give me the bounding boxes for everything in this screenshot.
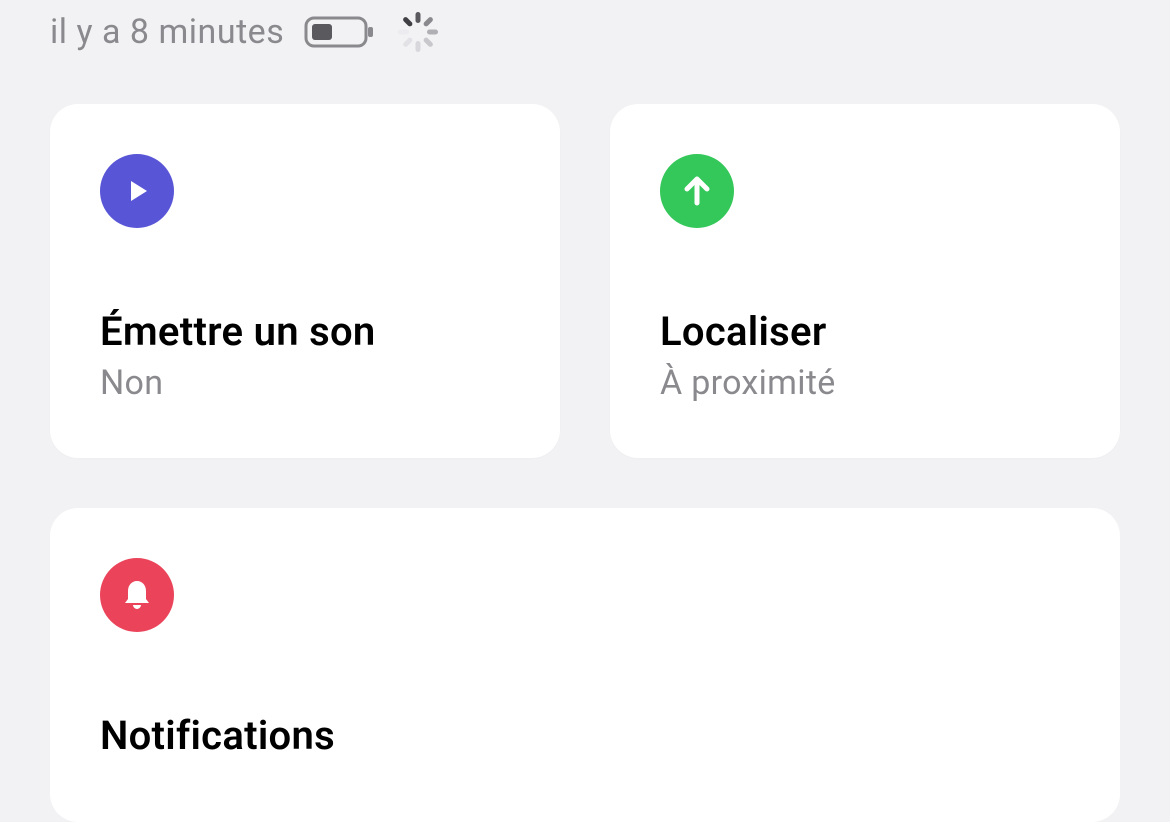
bell-icon <box>100 558 174 632</box>
locate-title: Localiser <box>660 308 1070 355</box>
play-icon <box>100 154 174 228</box>
locate-card[interactable]: Localiser À proximité <box>610 104 1120 458</box>
play-sound-title: Émettre un son <box>100 308 510 355</box>
loading-spinner-icon <box>396 10 440 54</box>
last-update-time: il y a 8 minutes <box>50 12 284 52</box>
notifications-title: Notifications <box>100 712 1070 759</box>
play-sound-status: Non <box>100 363 510 403</box>
arrow-up-icon <box>660 154 734 228</box>
notifications-card[interactable]: Notifications <box>50 508 1120 822</box>
play-sound-card[interactable]: Émettre un son Non <box>50 104 560 458</box>
battery-icon <box>304 14 376 50</box>
status-bar: il y a 8 minutes <box>50 0 1120 104</box>
locate-status: À proximité <box>660 363 1070 403</box>
